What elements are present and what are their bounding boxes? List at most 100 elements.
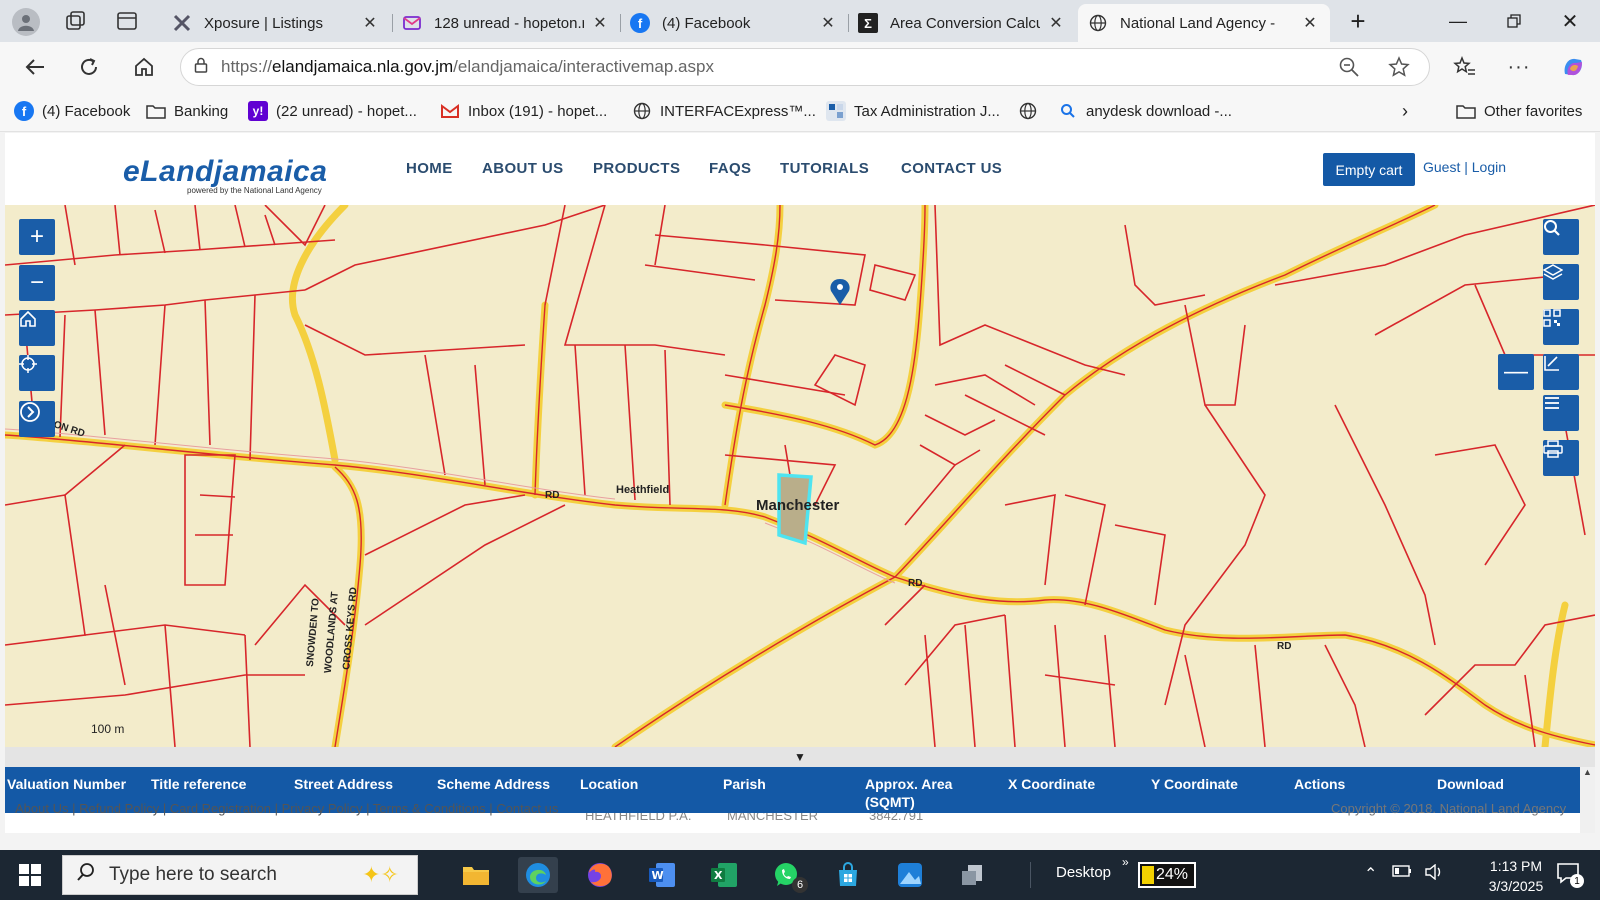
excel-icon[interactable]: X: [704, 857, 744, 893]
battery-indicator[interactable]: 24%: [1138, 862, 1196, 888]
tab-area-conversion[interactable]: Σ Area Conversion Calcula ✕: [848, 4, 1076, 42]
firefox-icon[interactable]: [580, 857, 620, 893]
refresh-button[interactable]: [72, 50, 106, 84]
url-text: https://elandjamaica.nla.gov.jm/elandjam…: [221, 57, 714, 76]
measure-button[interactable]: [1543, 354, 1579, 390]
chevron-up-icon[interactable]: ⌃: [1364, 864, 1377, 884]
nav-tutorials[interactable]: TUTORIALS: [780, 160, 869, 177]
start-button[interactable]: [8, 858, 52, 892]
guest-login-link[interactable]: Guest | Login: [1423, 159, 1506, 175]
whatsapp-badge: 6: [792, 877, 808, 893]
column-download[interactable]: Download: [1437, 775, 1504, 793]
favorite-interfacexpress[interactable]: INTERFACExpress™...: [632, 100, 816, 122]
collapse-tools-button[interactable]: —: [1498, 354, 1534, 390]
whatsapp-icon[interactable]: 6: [766, 857, 808, 893]
volume-icon[interactable]: [1424, 863, 1444, 885]
favorite-facebook[interactable]: f (4) Facebook: [14, 100, 130, 122]
tab-xposure[interactable]: Xposure | Listings ✕: [162, 4, 390, 42]
table-row[interactable]: HEATHFIELD P.A. MANCHESTER 3842.791: [5, 813, 1580, 833]
zoom-out-button[interactable]: [1332, 50, 1366, 84]
more-menu-button[interactable]: ···: [1502, 50, 1536, 84]
photos-icon[interactable]: [890, 857, 930, 893]
results-collapse-bar[interactable]: ▼: [5, 747, 1595, 767]
close-icon[interactable]: ✕: [590, 13, 610, 33]
favorite-banking[interactable]: Banking: [146, 100, 228, 122]
locate-button[interactable]: [19, 355, 55, 391]
expand-panel-button[interactable]: [19, 401, 55, 437]
back-button[interactable]: [18, 50, 52, 84]
workspaces-icon[interactable]: [64, 10, 88, 34]
nav-contact-us[interactable]: CONTACT US: [901, 160, 1002, 177]
favorites-button[interactable]: [1448, 50, 1482, 84]
column-scheme-address[interactable]: Scheme Address: [437, 775, 550, 793]
footer-links[interactable]: About Us | Refund Policy | Card Registra…: [15, 801, 558, 816]
column-valuation-number[interactable]: Valuation Number: [7, 775, 126, 793]
taskbar-search[interactable]: Type here to search ✦✧: [62, 855, 418, 895]
profile-avatar[interactable]: [12, 8, 40, 36]
url-field[interactable]: https://elandjamaica.nla.gov.jm/elandjam…: [180, 48, 1430, 86]
print-button[interactable]: [1543, 440, 1579, 476]
app-icon[interactable]: [952, 857, 992, 893]
minimize-button[interactable]: —: [1438, 6, 1478, 36]
nav-faqs[interactable]: FAQS: [709, 160, 751, 177]
map-search-button[interactable]: [1543, 219, 1579, 255]
notification-button[interactable]: 1: [1556, 862, 1586, 890]
tab-yahoo-mail[interactable]: 128 unread - hopeton.n ✕: [392, 4, 620, 42]
column-street-address[interactable]: Street Address: [294, 775, 393, 793]
empty-cart-button[interactable]: Empty cart: [1323, 153, 1415, 186]
nav-products[interactable]: PRODUCTS: [593, 160, 680, 177]
column-title-reference[interactable]: Title reference: [151, 775, 246, 793]
location-pin-icon[interactable]: [830, 279, 850, 305]
home-button[interactable]: [127, 50, 161, 84]
map-canvas[interactable]: [5, 205, 1595, 747]
elandjamaica-logo[interactable]: eLandjamaica powered by the National Lan…: [123, 155, 327, 195]
new-tab-button[interactable]: +: [1338, 6, 1378, 36]
close-icon[interactable]: ✕: [818, 13, 838, 33]
map-home-button[interactable]: [19, 310, 55, 346]
word-icon[interactable]: W: [642, 857, 682, 893]
xposure-icon: [172, 13, 192, 33]
column-y-coordinate[interactable]: Y Coordinate: [1151, 775, 1238, 793]
file-explorer-icon[interactable]: [456, 857, 496, 893]
close-icon[interactable]: ✕: [1046, 13, 1066, 33]
favorite-anydesk[interactable]: anydesk download -...: [1058, 100, 1232, 122]
restore-button[interactable]: [1494, 6, 1534, 36]
column-x-coordinate[interactable]: X Coordinate: [1008, 775, 1095, 793]
close-icon[interactable]: ✕: [360, 13, 380, 33]
qr-code-button[interactable]: [1543, 309, 1579, 345]
tab-national-land-agency[interactable]: National Land Agency - ✕: [1078, 4, 1330, 42]
store-icon[interactable]: [828, 857, 868, 893]
nav-about-us[interactable]: ABOUT US: [482, 160, 564, 177]
desktop-toolbar-label[interactable]: Desktop: [1056, 864, 1111, 881]
vertical-tabs-icon[interactable]: [116, 10, 140, 34]
nav-home[interactable]: HOME: [406, 160, 453, 177]
tab-facebook[interactable]: f (4) Facebook ✕: [620, 4, 848, 42]
close-window-button[interactable]: ✕: [1550, 6, 1590, 36]
list-button[interactable]: [1543, 395, 1579, 431]
layers-button[interactable]: [1543, 264, 1579, 300]
favorite-globe[interactable]: [1018, 100, 1046, 122]
chevron-right-circle-icon: [20, 402, 40, 422]
other-favorites[interactable]: Other favorites: [1456, 100, 1582, 122]
zoom-in-button[interactable]: +: [19, 219, 55, 255]
favorite-yahoo[interactable]: y! (22 unread) - hopet...: [248, 100, 417, 122]
close-icon[interactable]: ✕: [1300, 13, 1320, 33]
favorites-overflow-chevron-icon[interactable]: ›: [1402, 100, 1408, 122]
copilot-button[interactable]: [1556, 50, 1590, 84]
table-scrollbar[interactable]: ▲: [1580, 767, 1595, 833]
favorite-gmail[interactable]: Inbox (191) - hopet...: [440, 100, 607, 122]
zoom-out-map-button[interactable]: −: [19, 265, 55, 301]
column-approx-area[interactable]: Approx. Area (SQMT): [865, 775, 975, 811]
edge-icon[interactable]: [518, 857, 558, 893]
chevron-down-icon[interactable]: ▼: [794, 750, 806, 764]
favorite-star-button[interactable]: [1382, 50, 1416, 84]
favorite-tax-administration[interactable]: Tax Administration J...: [826, 100, 1000, 122]
tab-label: National Land Agency -: [1120, 14, 1276, 32]
interactive-map[interactable]: Heathfield Manchester RD RD RD ON RD SNO…: [5, 205, 1595, 747]
chevron-double-icon[interactable]: »: [1122, 855, 1129, 869]
column-location[interactable]: Location: [580, 775, 638, 793]
taskbar-clock[interactable]: 1:13 PM 3/3/2025: [1476, 856, 1556, 896]
column-actions[interactable]: Actions: [1294, 775, 1345, 793]
battery-tray-icon[interactable]: [1392, 864, 1412, 883]
column-parish[interactable]: Parish: [723, 775, 766, 793]
